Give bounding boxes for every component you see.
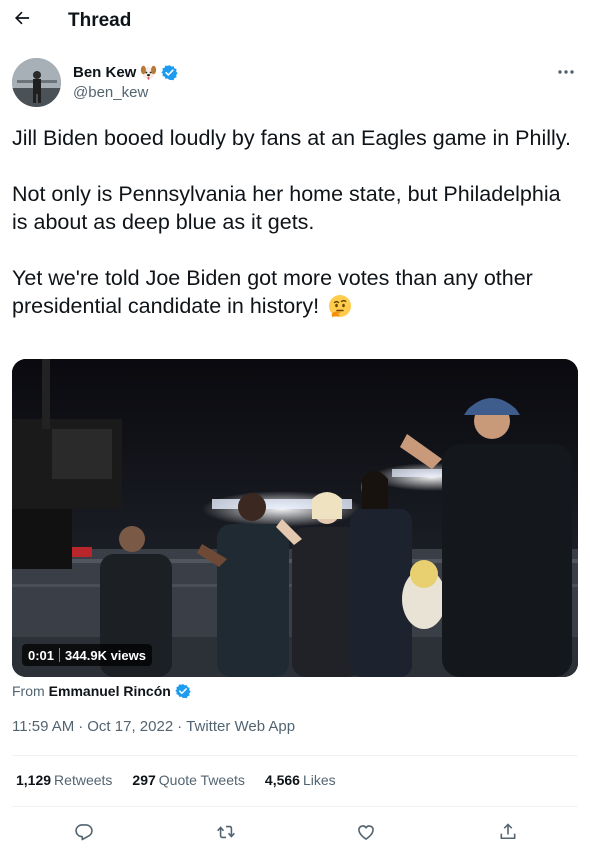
more-options-button[interactable] <box>554 64 578 80</box>
avatar[interactable] <box>12 58 61 107</box>
reply-button[interactable] <box>70 818 98 846</box>
page-title: Thread <box>68 10 132 31</box>
quote-tweets-stat[interactable]: 297 Quote Tweets <box>132 772 245 788</box>
tweet-date[interactable]: Oct 17, 2022 <box>87 718 173 735</box>
tweet-meta: 11:59 AM · Oct 17, 2022 · Twitter Web Ap… <box>12 718 295 735</box>
video-frame <box>12 359 578 677</box>
meta-separator: · <box>177 718 183 735</box>
retweets-count: 1,129 <box>16 772 52 788</box>
author-name: Ben Kew <box>73 64 137 81</box>
retweets-label: Retweets <box>54 772 113 788</box>
likes-label: Likes <box>302 772 336 788</box>
tweet-time[interactable]: 11:59 AM <box>12 718 74 735</box>
media-attribution: From Emmanuel Rincón <box>12 683 191 699</box>
divider <box>12 755 578 756</box>
attribution-prefix: From <box>12 683 45 699</box>
dog-face-emoji <box>141 65 157 80</box>
meta-separator: · <box>78 718 84 735</box>
author-name-row[interactable]: Ben Kew <box>73 64 179 81</box>
author-handle[interactable]: @ben_kew <box>73 84 148 101</box>
verified-badge-icon <box>175 684 191 699</box>
likes-count: 4,566 <box>264 772 300 788</box>
tweet-paragraph-3: Yet we're told Joe Biden got more votes … <box>12 266 539 318</box>
tweet-paragraph-2: Not only is Pennsylvania her home state,… <box>12 182 567 234</box>
video-info-badge: 0:01 344.9K views <box>22 644 152 666</box>
attribution-name[interactable]: Emmanuel Rincón <box>49 683 171 699</box>
share-button[interactable] <box>494 818 522 846</box>
divider <box>12 806 578 807</box>
retweet-button[interactable] <box>212 818 240 846</box>
quote-tweets-label: Quote Tweets <box>158 772 245 788</box>
tweet-stats: 1,129 Retweets 297 Quote Tweets 4,566 Likes <box>16 772 336 788</box>
arrow-left-icon <box>15 11 30 25</box>
reply-icon <box>75 824 93 841</box>
thread-header: Thread <box>0 0 590 44</box>
video-time: 0:01 <box>28 647 55 663</box>
back-button[interactable] <box>10 6 34 30</box>
retweets-stat[interactable]: 1,129 Retweets <box>16 772 112 788</box>
tweet-actions <box>12 816 578 848</box>
tweet-author: Ben Kew @ben_kew <box>12 58 578 108</box>
like-icon <box>358 825 374 840</box>
verified-badge-icon <box>161 65 179 81</box>
like-button[interactable] <box>352 818 380 846</box>
video-badge-divider <box>59 648 61 662</box>
tweet-paragraph-1: Jill Biden booed loudly by fans at an Ea… <box>12 126 571 150</box>
share-icon <box>500 823 516 840</box>
tweet-video[interactable]: 0:01 344.9K views <box>12 359 578 677</box>
video-views: 344.9K views <box>65 647 146 663</box>
more-options-icon <box>558 70 574 74</box>
tweet-source-app[interactable]: Twitter Web App <box>186 718 295 735</box>
quote-tweets-count: 297 <box>132 772 156 788</box>
retweet-icon <box>217 825 235 839</box>
likes-stat[interactable]: 4,566 Likes <box>265 772 336 788</box>
thinking-face-emoji <box>327 293 353 326</box>
tweet-text: Jill Biden booed loudly by fans at an Ea… <box>12 124 578 326</box>
